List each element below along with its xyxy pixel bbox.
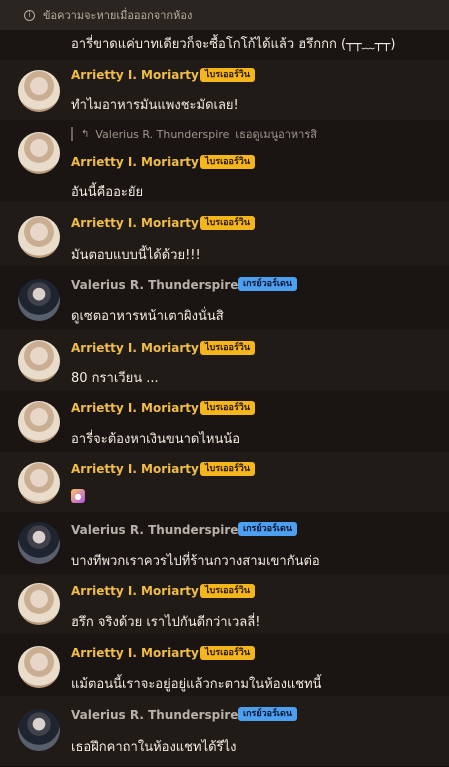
- message-text: ฮรึก จริงด้วย เราไปกันดีกว่าเวลลี่!: [71, 615, 261, 630]
- message-text: 80 กราเวียน ...: [71, 371, 159, 386]
- reply-username: Valerius R. Thunderspire: [95, 127, 230, 141]
- role-badge: เกรย์วอร์เดน: [238, 277, 297, 291]
- role-badge: ไบรเออร์วิน: [200, 584, 255, 598]
- role-badge: ไบรเออร์วิน: [200, 401, 255, 415]
- role-badge: ไบรเออร์วิน: [200, 216, 255, 230]
- message-row: Arrietty I. Moriarty ไบรเออร์วิน 80 กราเ…: [0, 330, 449, 391]
- message-text: อารี่จะต้องหาเงินขนาดไหนน้อ: [71, 432, 241, 447]
- reply-bar: [71, 127, 73, 141]
- face-emoji: ●: [71, 489, 85, 503]
- avatar-arrietty[interactable]: [18, 646, 60, 688]
- username-arrietty[interactable]: Arrietty I. Moriarty: [71, 155, 199, 169]
- role-badge: เกรย์วอร์เดน: [238, 707, 297, 721]
- message-row: Arrietty I. Moriarty ไบรเออร์วิน ●: [0, 452, 449, 513]
- username-arrietty[interactable]: Arrietty I. Moriarty: [71, 646, 199, 660]
- role-badge: ไบรเออร์วิน: [200, 341, 255, 355]
- avatar-arrietty[interactable]: [18, 462, 60, 504]
- username-arrietty[interactable]: Arrietty I. Moriarty: [71, 401, 199, 415]
- avatar-arrietty[interactable]: [18, 132, 60, 174]
- message-text: อารี่ขาดแค่บาทเดียวก็จะซื้อโกโก้ได้แล้ว …: [71, 37, 396, 52]
- avatar-arrietty[interactable]: [18, 70, 60, 112]
- message-row: Arrietty I. Moriarty ไบรเออร์วิน อารี่จะ…: [0, 390, 449, 453]
- message-text: ดูเซตอาหารหน้าเตาผิงนั่นสิ: [71, 309, 224, 324]
- avatar-valerius[interactable]: [18, 522, 60, 564]
- avatar-valerius[interactable]: [18, 279, 60, 321]
- notice-text: ข้อความจะหายเมื่อออกจากห้อง: [43, 9, 193, 22]
- username-valerius[interactable]: Valerius R. Thunderspire: [71, 278, 238, 292]
- avatar-arrietty[interactable]: [18, 216, 60, 258]
- avatar-arrietty[interactable]: [18, 583, 60, 625]
- message-row: Arrietty I. Moriarty ไบรเออร์วิน มันตอบแ…: [0, 202, 449, 267]
- role-badge: ไบรเออร์วิน: [200, 646, 255, 660]
- message-text: เธอฝึกคาถาในห้องแชทได้รึไง: [71, 740, 237, 755]
- avatar-arrietty[interactable]: [18, 401, 60, 443]
- reply-preview[interactable]: ↰ Valerius R. Thunderspire เธอดูเมนูอาหา…: [71, 127, 317, 141]
- message-text: ทำไมอาหารมันแพงชะมัดเลย!: [71, 98, 239, 113]
- message-text: มันตอบแบบนี้ได้ด้วย!!!: [71, 248, 201, 263]
- username-arrietty[interactable]: Arrietty I. Moriarty: [71, 216, 199, 230]
- username-arrietty[interactable]: Arrietty I. Moriarty: [71, 462, 199, 476]
- username-arrietty[interactable]: Arrietty I. Moriarty: [71, 68, 199, 82]
- role-badge: ไบรเออร์วิน: [200, 155, 255, 169]
- ephemeral-notice-bar: i ข้อความจะหายเมื่อออกจากห้อง: [0, 0, 449, 30]
- role-badge: ไบรเออร์วิน: [200, 68, 255, 82]
- message-text: อันนี้คืออะยัย: [71, 185, 144, 200]
- role-badge: ไบรเออร์วิน: [200, 462, 255, 476]
- role-badge: เกรย์วอร์เดน: [238, 522, 297, 536]
- reply-arrow-icon: ↰: [81, 128, 90, 140]
- message-row: Valerius R. Thunderspire เกรย์วอร์เดน ดู…: [0, 266, 449, 331]
- username-valerius[interactable]: Valerius R. Thunderspire: [71, 523, 238, 537]
- message-text: แม้ตอนนี้เราจะอยู่อยู่แล้วกะตามในห้องแชท…: [71, 677, 322, 692]
- message-row: Valerius R. Thunderspire เกรย์วอร์เดน เธ…: [0, 696, 449, 767]
- message-row: Arrietty I. Moriarty ไบรเออร์วิน ทำไมอาห…: [0, 60, 449, 121]
- message-text: บางทีพวกเราควรไปที่ร้านกวางสามเขากันต่อ: [71, 554, 320, 569]
- avatar-valerius[interactable]: [18, 709, 60, 751]
- username-arrietty[interactable]: Arrietty I. Moriarty: [71, 341, 199, 355]
- info-icon: i: [24, 9, 35, 21]
- reply-text: เธอดูเมนูอาหารสิ: [235, 128, 317, 141]
- username-valerius[interactable]: Valerius R. Thunderspire: [71, 708, 238, 722]
- message-row: Arrietty I. Moriarty ไบรเออร์วิน แม้ตอนน…: [0, 634, 449, 697]
- username-arrietty[interactable]: Arrietty I. Moriarty: [71, 584, 199, 598]
- message-row: Valerius R. Thunderspire เกรย์วอร์เดน บา…: [0, 512, 449, 575]
- message-row: Arrietty I. Moriarty ไบรเออร์วิน ฮรึก จร…: [0, 574, 449, 635]
- avatar-arrietty[interactable]: [18, 340, 60, 382]
- message-row: ↰ Valerius R. Thunderspire เธอดูเมนูอาหา…: [0, 120, 449, 203]
